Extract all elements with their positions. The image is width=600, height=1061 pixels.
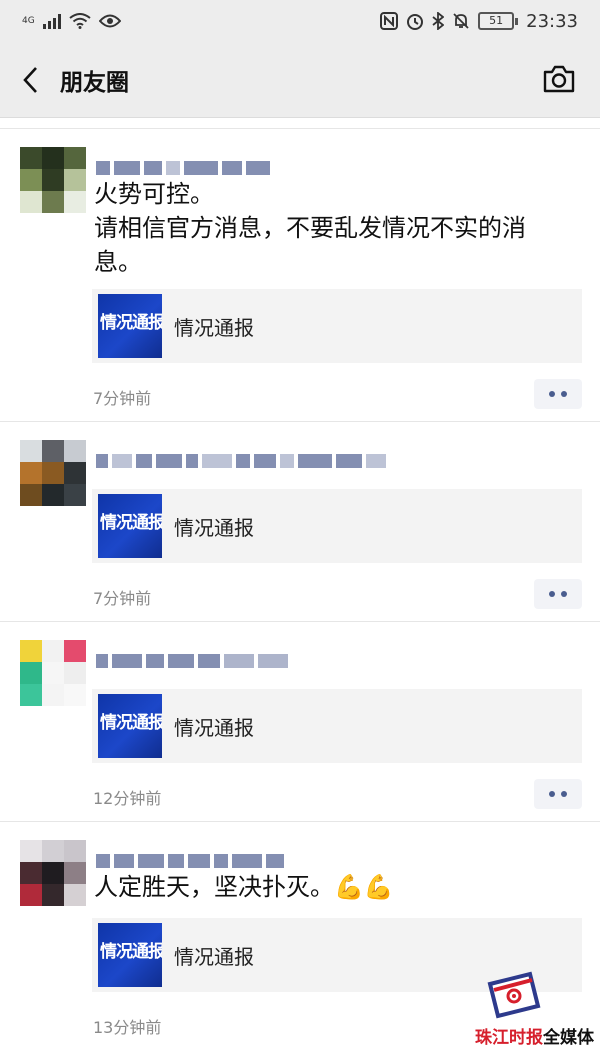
navbar: 朋友圈 xyxy=(0,42,600,118)
username-blurred[interactable] xyxy=(96,650,288,672)
avatar[interactable] xyxy=(20,440,86,506)
camera-icon xyxy=(543,65,575,93)
username-blurred[interactable] xyxy=(96,157,270,179)
back-button[interactable] xyxy=(0,42,60,118)
moment-post: 情况通报 情况通报 12分钟前 xyxy=(0,621,600,821)
watermark-text: 珠江时报全媒体 xyxy=(475,1028,594,1048)
bluetooth-icon xyxy=(432,12,445,30)
link-title: 情况通报 xyxy=(174,315,254,340)
shared-link-card[interactable]: 情况通报 情况通报 xyxy=(92,489,582,563)
more-actions-button[interactable] xyxy=(534,379,582,409)
page-title: 朋友圈 xyxy=(60,69,129,96)
wifi-icon xyxy=(69,13,91,29)
post-text: 人定胜天，坚决扑灭。💪💪 xyxy=(94,873,394,901)
post-time: 7分钟前 xyxy=(93,589,152,608)
link-title: 情况通报 xyxy=(174,515,254,540)
link-title: 情况通报 xyxy=(174,944,254,969)
link-thumbnail: 情况通报 xyxy=(98,494,162,558)
link-thumbnail: 情况通报 xyxy=(98,923,162,987)
network-label: 4G xyxy=(22,15,35,26)
alarm-icon xyxy=(407,14,424,30)
moments-feed: 火势可控。 请相信官方消息，不要乱发情况不实的消息。 情况通报 情况通报 7分钟… xyxy=(0,128,600,1061)
shared-link-card[interactable]: 情况通报 情况通报 xyxy=(92,689,582,763)
link-thumbnail: 情况通报 xyxy=(98,294,162,358)
post-time: 12分钟前 xyxy=(93,789,162,808)
status-left: 4G xyxy=(22,13,121,29)
moment-post: 情况通报 情况通报 7分钟前 xyxy=(0,421,600,621)
status-bar: 4G 51 23:33 xyxy=(0,0,600,42)
more-actions-button[interactable] xyxy=(534,779,582,809)
link-thumbnail: 情况通报 xyxy=(98,694,162,758)
moment-post: 火势可控。 请相信官方消息，不要乱发情况不实的消息。 情况通报 情况通报 7分钟… xyxy=(0,128,600,421)
post-text: 火势可控。 请相信官方消息，不要乱发情况不实的消息。 xyxy=(94,180,526,276)
avatar[interactable] xyxy=(20,640,86,706)
link-title: 情况通报 xyxy=(174,715,254,740)
mute-icon xyxy=(453,13,469,29)
post-time: 7分钟前 xyxy=(93,389,152,408)
network-type: 4G xyxy=(22,15,35,26)
chevron-left-icon xyxy=(23,66,37,93)
camera-button[interactable] xyxy=(542,64,576,94)
status-right: 51 23:33 xyxy=(380,11,578,32)
more-actions-button[interactable] xyxy=(534,579,582,609)
media-logo-icon xyxy=(487,971,541,1019)
nfc-icon xyxy=(380,12,399,30)
battery-level: 51 xyxy=(478,12,515,30)
post-time: 13分钟前 xyxy=(93,1018,162,1037)
signal-icon xyxy=(42,13,61,29)
status-time: 23:33 xyxy=(526,10,578,32)
eye-icon xyxy=(98,14,121,28)
username-blurred[interactable] xyxy=(96,450,386,472)
watermark-logo: 珠江时报全媒体 xyxy=(474,970,594,1048)
battery-icon: 51 xyxy=(478,12,519,30)
username-blurred[interactable] xyxy=(96,850,284,872)
avatar[interactable] xyxy=(20,840,86,906)
shared-link-card[interactable]: 情况通报 情况通报 xyxy=(92,289,582,363)
avatar[interactable] xyxy=(20,147,86,213)
